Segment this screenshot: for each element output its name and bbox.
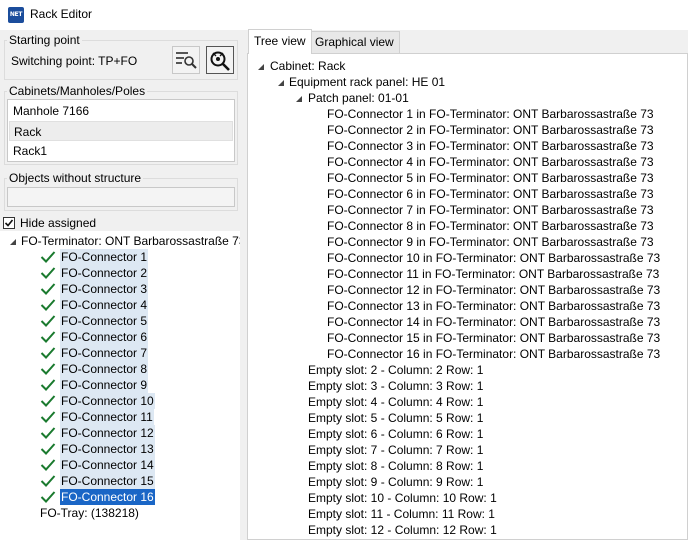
empty-slot-node[interactable]: Empty slot: 4 - Column: 4 Row: 1 <box>308 394 483 410</box>
assigned-check-icon <box>40 331 56 343</box>
patch-connector-node[interactable]: FO-Connector 3 in FO-Terminator: ONT Bar… <box>327 138 654 154</box>
switching-point-label: Switching point: TP+FO <box>11 54 138 68</box>
empty-slot-node[interactable]: Empty slot: 12 - Column: 12 Row: 1 <box>308 522 497 538</box>
assigned-check-icon <box>40 491 56 503</box>
window-title: Rack Editor <box>30 7 93 21</box>
connector-label: FO-Connector 3 <box>60 281 149 297</box>
expand-arrow-icon[interactable] <box>294 94 303 103</box>
patch-connector-node[interactable]: FO-Connector 10 in FO-Terminator: ONT Ba… <box>327 250 660 266</box>
locate-icon <box>210 51 230 71</box>
empty-slot-node[interactable]: Empty slot: 10 - Column: 10 Row: 1 <box>308 490 497 506</box>
assigned-check-icon <box>40 411 56 423</box>
starting-point-legend: Starting point <box>7 33 82 47</box>
assigned-check-icon <box>40 251 56 263</box>
connector-label: FO-Connector 10 <box>60 393 155 409</box>
assigned-check-icon <box>40 267 56 279</box>
connector-label: FO-Connector 4 <box>60 297 149 313</box>
hide-assigned-label: Hide assigned <box>20 216 97 230</box>
hide-assigned-checkbox[interactable] <box>3 217 15 229</box>
objects-list[interactable] <box>7 187 235 207</box>
assigned-check-icon <box>40 379 56 391</box>
assigned-check-icon <box>40 459 56 471</box>
connector-label: FO-Connector 13 <box>60 441 155 457</box>
assigned-check-icon <box>40 283 56 295</box>
splitter[interactable] <box>240 30 247 540</box>
list-item[interactable]: Rack1 <box>9 141 233 161</box>
expand-arrow-icon[interactable] <box>8 237 17 246</box>
connector-label: FO-Connector 9 <box>60 377 149 393</box>
connector-label: FO-Connector 2 <box>60 265 149 281</box>
patch-connector-node[interactable]: FO-Connector 16 in FO-Terminator: ONT Ba… <box>327 346 660 362</box>
patch-connector-node[interactable]: FO-Connector 12 in FO-Terminator: ONT Ba… <box>327 282 660 298</box>
empty-slot-node[interactable]: Empty slot: 5 - Column: 5 Row: 1 <box>308 410 483 426</box>
tab-tree-view[interactable]: Tree view <box>248 29 312 54</box>
patch-connector-node[interactable]: FO-Connector 5 in FO-Terminator: ONT Bar… <box>327 170 654 186</box>
connector-label: FO-Connector 6 <box>60 329 149 345</box>
app-icon: NET <box>8 7 24 23</box>
empty-slot-node[interactable]: Empty slot: 3 - Column: 3 Row: 1 <box>308 378 483 394</box>
assigned-check-icon <box>40 427 56 439</box>
expand-arrow-icon[interactable] <box>276 78 285 87</box>
tree-view-panel[interactable]: Cabinet: Rack Equipment rack panel: HE 0… <box>247 53 688 540</box>
connector-label: FO-Connector 1 <box>60 249 149 265</box>
tab-graphical-view[interactable]: Graphical view <box>309 31 400 53</box>
empty-slot-node[interactable]: Empty slot: 11 - Column: 11 Row: 1 <box>308 506 495 522</box>
patch-connector-node[interactable]: FO-Connector 15 in FO-Terminator: ONT Ba… <box>327 330 660 346</box>
connector-label: FO-Connector 7 <box>60 345 149 361</box>
connector-label: FO-Connector 12 <box>60 425 155 441</box>
empty-slot-node[interactable]: Empty slot: 6 - Column: 6 Row: 1 <box>308 426 483 442</box>
empty-slot-node[interactable]: Empty slot: 7 - Column: 7 Row: 1 <box>308 442 483 458</box>
assigned-check-icon <box>40 299 56 311</box>
search-list-icon <box>176 52 197 69</box>
list-item[interactable]: Manhole 7166 <box>9 101 233 121</box>
assigned-check-icon <box>40 395 56 407</box>
assigned-check-icon <box>40 315 56 327</box>
patch-connector-node[interactable]: FO-Connector 2 in FO-Terminator: ONT Bar… <box>327 122 654 138</box>
patch-connector-node[interactable]: FO-Connector 11 in FO-Terminator: ONT Ba… <box>327 266 659 282</box>
patch-connector-node[interactable]: FO-Connector 7 in FO-Terminator: ONT Bar… <box>327 202 654 218</box>
connector-label: FO-Connector 15 <box>60 473 155 489</box>
list-item[interactable]: Rack <box>9 121 233 141</box>
tray-node[interactable]: FO-Tray: (138218) <box>40 505 139 521</box>
assigned-check-icon <box>40 363 56 375</box>
patch-connector-node[interactable]: FO-Connector 9 in FO-Terminator: ONT Bar… <box>327 234 654 250</box>
checkmark-icon <box>4 219 14 227</box>
cabinets-legend: Cabinets/Manholes/Poles <box>7 84 148 98</box>
title-bar: NET Rack Editor <box>0 0 688 30</box>
terminator-node[interactable]: FO-Terminator: ONT Barbarossastraße 73 <box>21 233 246 249</box>
assignment-tree[interactable]: FO-Terminator: ONT Barbarossastraße 73 F… <box>0 231 246 540</box>
assigned-check-icon <box>40 475 56 487</box>
assigned-check-icon <box>40 347 56 359</box>
assigned-check-icon <box>40 443 56 455</box>
patch-connector-node[interactable]: FO-Connector 1 in FO-Terminator: ONT Bar… <box>327 106 654 122</box>
search-list-button[interactable] <box>172 46 200 74</box>
patch-panel-node[interactable]: Patch panel: 01-01 <box>308 90 409 106</box>
locate-button[interactable] <box>206 46 234 74</box>
rack-panel-node[interactable]: Equipment rack panel: HE 01 <box>289 74 445 90</box>
patch-connector-node[interactable]: FO-Connector 4 in FO-Terminator: ONT Bar… <box>327 154 654 170</box>
connector-label: FO-Connector 14 <box>60 457 155 473</box>
patch-connector-node[interactable]: FO-Connector 13 in FO-Terminator: ONT Ba… <box>327 298 660 314</box>
connector-label: FO-Connector 11 <box>60 409 154 425</box>
cabinet-node[interactable]: Cabinet: Rack <box>270 58 345 74</box>
patch-connector-node[interactable]: FO-Connector 14 in FO-Terminator: ONT Ba… <box>327 314 660 330</box>
patch-connector-node[interactable]: FO-Connector 8 in FO-Terminator: ONT Bar… <box>327 218 654 234</box>
connector-label: FO-Connector 5 <box>60 313 149 329</box>
empty-slot-node[interactable]: Empty slot: 8 - Column: 8 Row: 1 <box>308 458 483 474</box>
expand-arrow-icon[interactable] <box>256 62 265 71</box>
connector-label: FO-Connector 16 <box>60 489 155 505</box>
empty-slot-node[interactable]: Empty slot: 2 - Column: 2 Row: 1 <box>308 362 483 378</box>
cabinets-list[interactable]: Manhole 7166 Rack Rack1 <box>7 99 235 162</box>
connector-label: FO-Connector 8 <box>60 361 149 377</box>
objects-legend: Objects without structure <box>7 171 144 185</box>
empty-slot-node[interactable]: Empty slot: 9 - Column: 9 Row: 1 <box>308 474 483 490</box>
patch-connector-node[interactable]: FO-Connector 6 in FO-Terminator: ONT Bar… <box>327 186 654 202</box>
